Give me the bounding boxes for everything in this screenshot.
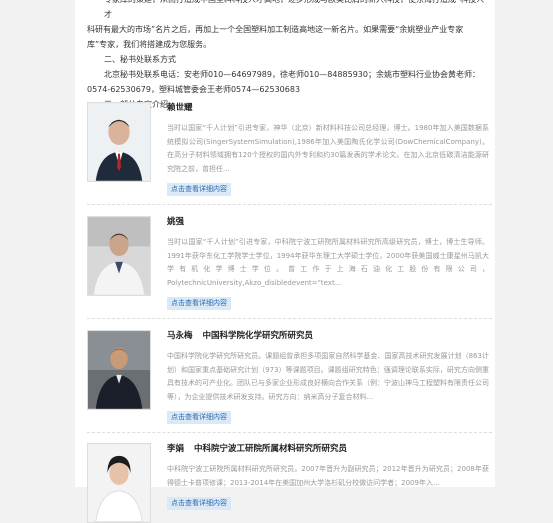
person-photo-icon xyxy=(88,217,150,295)
view-details-button[interactable]: 点击查看详细内容 xyxy=(167,411,231,424)
intro-text: 专家库的策建，从而打造成中国塑料科技人才高地，逐步形成与欧美比肩的新兴科技，使东… xyxy=(87,0,487,112)
expert-photo xyxy=(87,330,151,410)
expert-photo xyxy=(87,216,151,296)
contact-line-2: 0574-62530679，塑料城管委会王老师0574—62530683 xyxy=(87,85,301,94)
expert-bio: 当时以国家“千人计划”引进专家，神华（北京）新材料科技公司总经理，博士。1980… xyxy=(167,124,489,173)
expert-photo xyxy=(87,443,151,523)
divider xyxy=(87,204,492,205)
person-photo-icon xyxy=(88,103,150,181)
intro-line-3: 库”专家，我们将搭建成为您服务。 xyxy=(87,40,212,49)
expert-name: 李娟 中科院宁波工研院所属材料研究所研究员 xyxy=(167,444,348,454)
contact-line-1: 北京秘书处联系电话：安老师010—64697989，徐老师010—8488593… xyxy=(104,70,480,79)
person-photo-icon xyxy=(88,444,150,522)
view-details-button[interactable]: 点击查看详细内容 xyxy=(167,183,231,196)
expert-name: 马永梅 中国科学院化学研究所研究员 xyxy=(167,331,314,341)
expert-photo xyxy=(87,102,151,182)
person-photo-icon xyxy=(88,331,150,409)
section-2-title: 二、秘书处联系方式 xyxy=(104,55,176,64)
view-details-button[interactable]: 点击查看详细内容 xyxy=(167,297,231,310)
view-details-button[interactable]: 点击查看详细内容 xyxy=(167,497,231,510)
expert-bio: 中科院宁波工研院所属材料研究所研究员。2007年晋升为副研究员；2012年晋升为… xyxy=(167,465,489,487)
expert-name: 赖世耀 xyxy=(167,103,193,113)
expert-name: 姚强 xyxy=(167,217,185,227)
expert-bio: 当时以国家“千人计划”引进专家，中科院宁波工研院所属材料研究所高级研究员，博士，… xyxy=(167,238,489,287)
expert-bio: 中国科学院化学研究所研究员。课题组曾承担多项国家自然科学基金、国家高技术研究发展… xyxy=(167,352,489,401)
intro-line-1: 专家库的策建，从而打造成中国塑料科技人才高地，逐步形成与欧美比肩的新兴科技，使东… xyxy=(104,0,484,19)
divider xyxy=(87,432,492,433)
intro-line-2: 科研有最大的市场”名片之后，再加上一个全国塑料加工制造高地这一新名片。如果需要“… xyxy=(87,25,464,34)
divider xyxy=(87,318,492,319)
